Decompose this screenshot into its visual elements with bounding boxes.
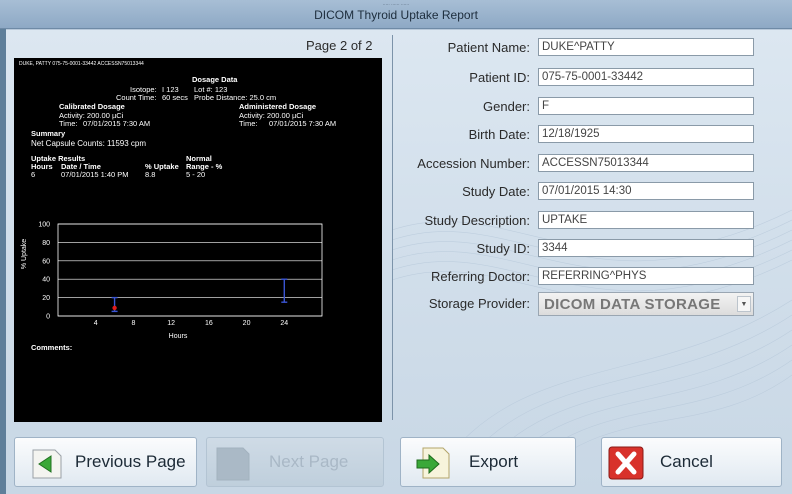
next-page-button[interactable]: Next Page [206, 437, 384, 487]
y-tick-label: 100 [38, 222, 50, 229]
x-axis-label: Hours [169, 333, 188, 340]
patient-name-label: Patient Name: [447, 40, 530, 55]
study-id-field[interactable]: 3344 [538, 239, 754, 257]
accession-field[interactable]: ACCESSN75013344 [538, 154, 754, 172]
study-description-label: Study Description: [424, 213, 531, 228]
storage-provider-value: DICOM DATA STORAGE [544, 296, 721, 313]
study-date-field[interactable]: 07/01/2015 14:30 [538, 182, 754, 200]
export-button[interactable]: Export [400, 437, 576, 487]
x-tick-label: 20 [243, 320, 251, 327]
chevron-down-icon[interactable]: ▼ [737, 296, 751, 312]
next-page-label: Next Page [269, 452, 349, 471]
study-description-field[interactable]: UPTAKE [538, 211, 754, 229]
arrow-right-icon [216, 447, 250, 481]
x-tick-label: 12 [167, 320, 175, 327]
gender-field[interactable]: F [538, 97, 754, 115]
storage-provider-label: Storage Provider: [428, 296, 530, 311]
x-tick-label: 24 [280, 320, 288, 327]
x-tick-label: 16 [205, 320, 213, 327]
y-tick-label: 60 [42, 258, 50, 265]
previous-page-label: Previous Page [75, 452, 186, 471]
referring-doctor-label: Referring Doctor: [431, 269, 530, 284]
y-tick-label: 40 [42, 277, 50, 284]
x-tick-label: 4 [94, 320, 98, 327]
accession-label: Accession Number: [417, 156, 530, 171]
patient-name-field[interactable]: DUKE^PATTY [538, 38, 754, 56]
cancel-button[interactable]: Cancel [601, 437, 782, 487]
uptake-point [112, 305, 117, 311]
y-axis-label: % Uptake [21, 239, 28, 269]
window-subtitle: ..... ...... ...... [382, 1, 410, 7]
arrow-left-icon [32, 449, 62, 479]
y-tick-label: 20 [42, 295, 50, 302]
patient-id-field[interactable]: 075-75-0001-33442 [538, 68, 754, 86]
study-date-label: Study Date: [462, 184, 530, 199]
storage-provider-dropdown[interactable]: DICOM DATA STORAGE ▼ [538, 292, 754, 316]
referring-doctor-field[interactable]: REFERRING^PHYS [538, 267, 754, 285]
comments-label: Comments: [31, 343, 73, 352]
export-icon [416, 447, 450, 479]
report-preview: DUKE, PATTY 075-75-0001-33442 ACCESSN750… [14, 58, 382, 422]
window-title: DICOM Thyroid Uptake Report [314, 8, 478, 22]
export-label: Export [469, 452, 519, 471]
x-tick-label: 8 [131, 320, 135, 327]
close-icon [608, 446, 644, 480]
previous-page-button[interactable]: Previous Page [14, 437, 197, 487]
y-tick-label: 80 [42, 240, 50, 247]
cancel-label: Cancel [660, 452, 713, 471]
study-id-label: Study ID: [476, 241, 530, 256]
birth-date-field[interactable]: 12/18/1925 [538, 125, 754, 143]
gender-label: Gender: [483, 99, 530, 114]
uptake-chart: % Uptake Hours 0 20 40 60 80 100 4 8 12 16 20 24 [21, 222, 323, 340]
y-tick-label: 0 [46, 314, 50, 321]
birth-date-label: Birth Date: [468, 127, 530, 142]
title-bar: ..... ...... ...... DICOM Thyroid Uptake… [0, 0, 792, 29]
patient-id-label: Patient ID: [469, 70, 530, 85]
